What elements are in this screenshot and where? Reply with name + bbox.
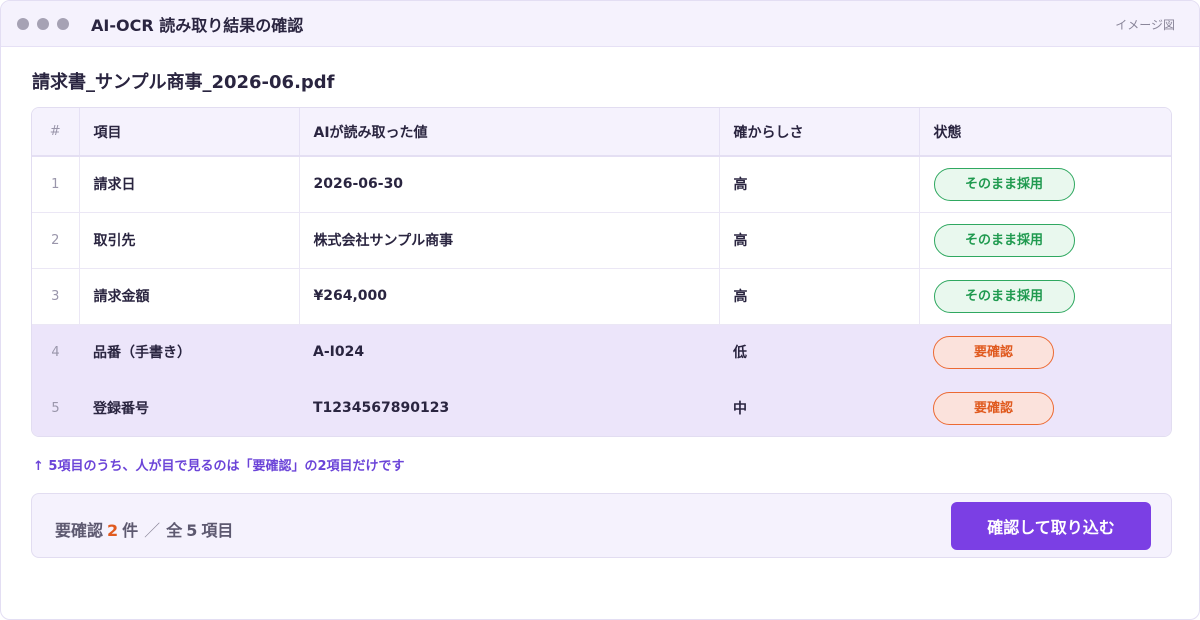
close-dot-icon[interactable] — [17, 17, 29, 30]
image-label: イメージ図 — [1115, 18, 1175, 32]
window-controls — [17, 17, 69, 30]
row-item: 品番（手書き） — [79, 324, 299, 380]
row-confidence: 高 — [719, 156, 920, 213]
confirm-import-button[interactable]: 確認して取り込む — [951, 502, 1151, 550]
title-bar: AI-OCR 読み取り結果の確認 イメージ図 — [1, 1, 1199, 47]
row-status-cell: 要確認 — [919, 324, 1171, 380]
total-count: 5 — [186, 521, 198, 540]
table-row[interactable]: 2 取引先 株式会社サンプル商事 高 そのまま採用 — [32, 212, 1171, 269]
row-item: 請求日 — [79, 156, 300, 213]
table-row[interactable]: 3 請求金額 ¥264,000 高 そのまま採用 — [32, 268, 1171, 325]
row-num: 2 — [32, 212, 80, 269]
row-value: 2026-06-30 — [299, 156, 720, 213]
table-row-needs-review[interactable]: 4 品番（手書き） A-I024 低 要確認 — [32, 324, 1171, 380]
row-status-cell: そのまま採用 — [919, 268, 1171, 325]
row-num: 3 — [32, 268, 80, 325]
row-num: 5 — [32, 380, 79, 436]
table-row[interactable]: 1 請求日 2026-06-30 高 そのまま採用 — [32, 156, 1171, 213]
row-value: 株式会社サンプル商事 — [299, 212, 720, 269]
row-num: 4 — [32, 324, 79, 380]
row-confidence: 高 — [719, 212, 920, 269]
header-status: 状態 — [919, 108, 1171, 157]
row-item: 登録番号 — [79, 380, 299, 436]
row-item: 取引先 — [79, 212, 300, 269]
header-item: 項目 — [79, 108, 300, 157]
minimize-dot-icon[interactable] — [37, 17, 49, 30]
row-num: 1 — [32, 156, 80, 213]
status-badge-review[interactable]: 要確認 — [933, 391, 1054, 425]
summary-prefix: 要確認 — [55, 521, 104, 540]
row-confidence: 低 — [719, 324, 919, 380]
summary-separator: ／ — [144, 521, 161, 540]
row-status-cell: そのまま採用 — [919, 212, 1171, 269]
status-badge-adopt[interactable]: そのまま採用 — [933, 279, 1075, 313]
ocr-results-table: # 項目 AIが読み取った値 確からしさ 状態 1 請求日 2026-06-30… — [31, 107, 1172, 437]
total-unit: 項目 — [201, 521, 234, 540]
total-prefix: 全 — [166, 521, 183, 540]
row-status-cell: 要確認 — [919, 380, 1171, 436]
app-window: AI-OCR 読み取り結果の確認 イメージ図 請求書_サンプル商事_2026-0… — [0, 0, 1200, 620]
footer-bar: 要確認 2 件 ／ 全 5 項目 確認して取り込む — [31, 493, 1172, 558]
row-confidence: 高 — [719, 268, 920, 325]
count-unit: 件 — [122, 521, 139, 540]
review-note: ↑ 5項目のうち、人が目で見るのは「要確認」の2項目だけです — [33, 459, 405, 474]
review-summary: 要確認 2 件 ／ 全 5 項目 — [55, 517, 233, 541]
header-confidence: 確からしさ — [719, 108, 920, 157]
table-header-row: # 項目 AIが読み取った値 確からしさ 状態 — [32, 108, 1171, 157]
maximize-dot-icon[interactable] — [57, 17, 69, 30]
status-badge-review[interactable]: 要確認 — [933, 335, 1054, 369]
file-name: 請求書_サンプル商事_2026-06.pdf — [32, 72, 335, 93]
row-item: 請求金額 — [79, 268, 300, 325]
header-value: AIが読み取った値 — [299, 108, 720, 157]
row-status-cell: そのまま採用 — [919, 156, 1171, 213]
window-title: AI-OCR 読み取り結果の確認 — [91, 15, 304, 35]
status-badge-adopt[interactable]: そのまま採用 — [933, 167, 1075, 201]
header-num: # — [32, 108, 80, 157]
row-value: ¥264,000 — [299, 268, 720, 325]
table-row-needs-review[interactable]: 5 登録番号 T1234567890123 中 要確認 — [32, 380, 1171, 436]
row-value: A-I024 — [299, 324, 719, 380]
row-confidence: 中 — [719, 380, 919, 436]
review-count: 2 — [107, 521, 119, 540]
status-badge-adopt[interactable]: そのまま採用 — [933, 223, 1075, 257]
row-value: T1234567890123 — [299, 380, 719, 436]
